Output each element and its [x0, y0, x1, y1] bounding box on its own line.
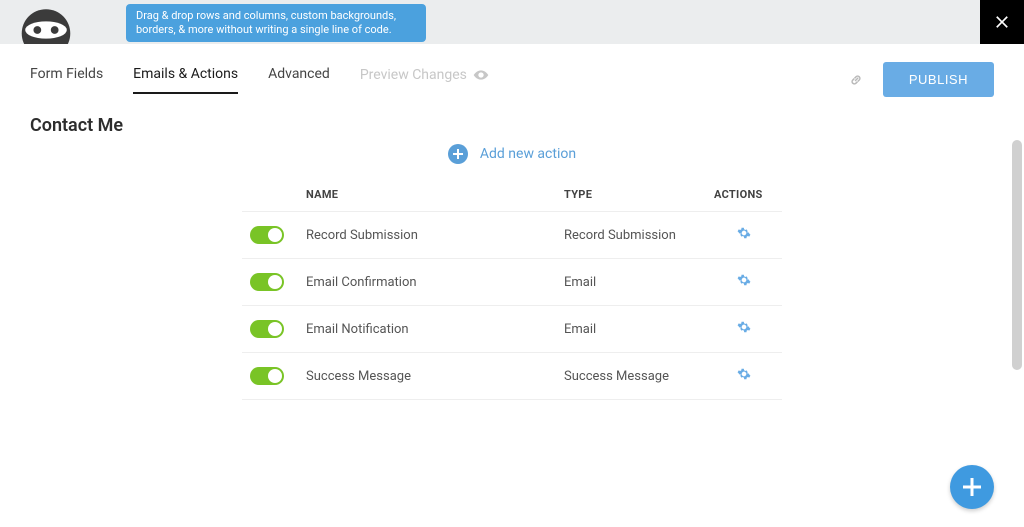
gear-icon: [737, 320, 751, 334]
add-new-action-button[interactable]: Add new action: [242, 144, 782, 164]
permalink-button[interactable]: [847, 71, 865, 89]
promo-tooltip[interactable]: Drag & drop rows and columns, custom bac…: [126, 4, 426, 42]
column-header-name: NAME: [298, 182, 556, 212]
gear-icon: [737, 367, 751, 381]
close-icon: [992, 12, 1012, 32]
tab-preview-changes[interactable]: Preview Changes: [360, 66, 489, 94]
row-name: Success Message: [298, 353, 556, 400]
row-toggle[interactable]: [250, 367, 284, 385]
row-settings-button[interactable]: [737, 273, 751, 287]
row-toggle[interactable]: [250, 226, 284, 244]
row-name: Record Submission: [298, 212, 556, 259]
row-toggle[interactable]: [250, 320, 284, 338]
row-type: Email: [556, 306, 706, 353]
link-icon: [847, 71, 865, 89]
row-name: Email Notification: [298, 306, 556, 353]
table-row[interactable]: Email Notification Email: [242, 306, 782, 353]
scrollbar-thumb[interactable]: [1012, 140, 1022, 370]
tab-form-fields[interactable]: Form Fields: [30, 66, 103, 94]
app-logo: [0, 0, 72, 44]
close-button[interactable]: [980, 0, 1024, 44]
main-area: Add new action NAME TYPE ACTIONS Record …: [0, 132, 1024, 527]
tab-advanced[interactable]: Advanced: [268, 66, 330, 94]
scrollbar-track[interactable]: [1012, 140, 1022, 517]
column-header-actions: ACTIONS: [706, 182, 782, 212]
floating-add-button[interactable]: [950, 465, 994, 509]
column-header-type: TYPE: [556, 182, 706, 212]
row-type: Record Submission: [556, 212, 706, 259]
actions-table: NAME TYPE ACTIONS Record Submission Reco…: [242, 182, 782, 400]
table-row[interactable]: Email Confirmation Email: [242, 259, 782, 306]
table-row[interactable]: Record Submission Record Submission: [242, 212, 782, 259]
table-row[interactable]: Success Message Success Message: [242, 353, 782, 400]
eye-icon: [473, 70, 489, 80]
tab-bar: Form Fields Emails & Actions Advanced Pr…: [0, 44, 1024, 97]
row-settings-button[interactable]: [737, 320, 751, 334]
row-name: Email Confirmation: [298, 259, 556, 306]
row-type: Success Message: [556, 353, 706, 400]
gear-icon: [737, 226, 751, 240]
add-new-action-label: Add new action: [480, 146, 576, 162]
tab-emails-actions[interactable]: Emails & Actions: [133, 66, 238, 94]
publish-button[interactable]: PUBLISH: [883, 62, 994, 97]
plus-icon: [963, 478, 981, 496]
top-bar: Drag & drop rows and columns, custom bac…: [0, 0, 1024, 44]
tab-preview-label: Preview Changes: [360, 67, 467, 83]
row-toggle[interactable]: [250, 273, 284, 291]
gear-icon: [737, 273, 751, 287]
row-type: Email: [556, 259, 706, 306]
plus-circle-icon: [448, 144, 468, 164]
row-settings-button[interactable]: [737, 226, 751, 240]
row-settings-button[interactable]: [737, 367, 751, 381]
